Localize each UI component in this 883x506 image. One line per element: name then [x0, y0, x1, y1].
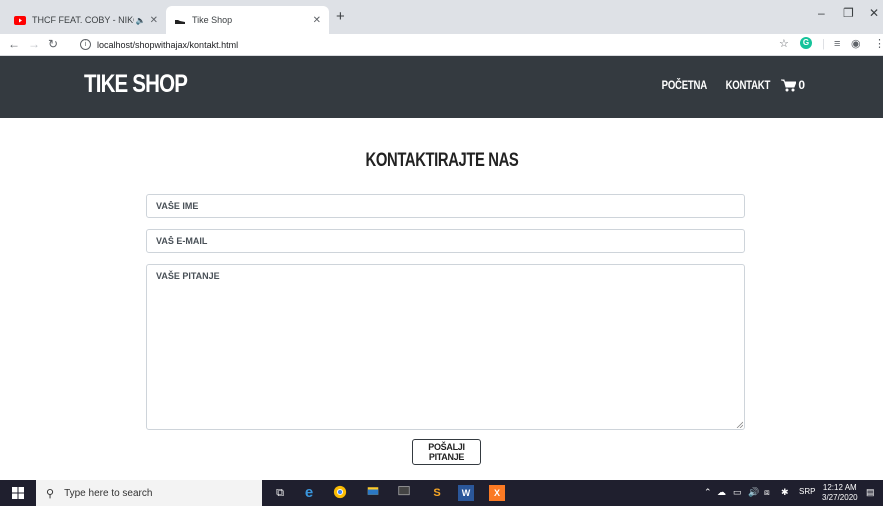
file-explorer-icon[interactable] — [365, 485, 381, 501]
tab-title: Tike Shop — [192, 15, 233, 25]
main-nav: POČETNA KONTAKT 0 — [649, 78, 805, 92]
minimize-icon[interactable]: – — [818, 6, 825, 20]
resize-grip-icon[interactable] — [736, 421, 743, 428]
reading-list-icon[interactable]: ≡ — [834, 37, 840, 51]
address-bar[interactable]: i localhost/shopwithajax/kontakt.html — [80, 36, 760, 53]
toolbar-divider: | — [822, 38, 825, 50]
clock-date: 3/27/2020 — [822, 493, 858, 502]
xampp-icon[interactable]: X — [489, 485, 505, 501]
nav-link-contact[interactable]: KONTAKT — [725, 78, 770, 92]
youtube-icon — [14, 15, 26, 25]
reload-icon[interactable]: ↻ — [48, 36, 58, 52]
network-icon[interactable]: ⧈ — [764, 487, 770, 498]
page-title-text: KONTAKTIRAJTE NAS — [365, 150, 518, 171]
close-tab-icon[interactable]: ✕ — [150, 15, 158, 26]
browser-tab-strip: THCF FEAT. COBY - NIKOM N 🔈 ✕ Tike Shop … — [0, 0, 883, 34]
tab-title: THCF FEAT. COBY - NIKOM N — [32, 15, 134, 25]
question-textarea[interactable] — [146, 264, 745, 430]
word-icon[interactable]: W — [458, 485, 474, 501]
task-view-icon[interactable]: ⧉ — [272, 485, 288, 501]
tab-youtube[interactable]: THCF FEAT. COBY - NIKOM N 🔈 ✕ — [6, 6, 166, 34]
volume-icon[interactable]: 🔊 — [748, 487, 759, 498]
close-tab-icon[interactable]: ✕ — [313, 15, 321, 26]
bluetooth-icon[interactable]: ✱ — [781, 487, 789, 498]
name-input[interactable] — [146, 194, 745, 218]
cart-link[interactable]: 0 — [781, 78, 805, 92]
speaker-icon[interactable]: 🔈 — [136, 16, 146, 25]
menu-icon[interactable]: ⋮ — [874, 37, 883, 51]
language-indicator[interactable]: SRP — [799, 487, 815, 496]
battery-icon[interactable]: ▭ — [733, 487, 742, 498]
taskbar-clock[interactable]: 12:12 AM 3/27/2020 — [822, 483, 858, 503]
new-tab-button[interactable]: + — [336, 8, 345, 26]
site-brand[interactable]: TIKE SHOP — [84, 70, 188, 99]
grammarly-extension[interactable]: G — [800, 37, 812, 49]
nav-link-home[interactable]: POČETNA — [662, 78, 708, 92]
onedrive-icon[interactable]: ☁ — [717, 487, 726, 498]
windows-start-icon[interactable] — [12, 487, 24, 499]
close-window-icon[interactable]: ✕ — [869, 6, 879, 20]
search-icon: ⚲ — [46, 487, 55, 500]
profile-icon[interactable]: ◉ — [851, 37, 861, 51]
cart-icon — [781, 79, 797, 91]
site-header: TIKE SHOP POČETNA KONTAKT 0 — [0, 56, 883, 118]
windows-taskbar: ⚲ Type here to search ⧉ e S W X ⌃ ☁ ▭ 🔊 … — [0, 480, 883, 506]
email-input[interactable] — [146, 229, 745, 253]
cart-count: 0 — [798, 78, 805, 92]
star-icon[interactable]: ☆ — [779, 37, 789, 51]
sublime-text-icon[interactable]: S — [429, 485, 445, 501]
url-text: localhost/shopwithajax/kontakt.html — [97, 39, 239, 50]
terminal-icon[interactable] — [396, 485, 412, 501]
chrome-icon[interactable] — [332, 485, 348, 501]
clock-time: 12:12 AM — [822, 483, 857, 492]
notifications-icon[interactable]: ▤ — [866, 487, 875, 498]
submit-question-button[interactable]: POŠALJI PITANJE — [412, 439, 481, 465]
forward-icon[interactable]: → — [28, 36, 40, 52]
taskbar-search-placeholder: Type here to search — [64, 487, 153, 499]
browser-toolbar: ← → ↻ i localhost/shopwithajax/kontakt.h… — [0, 34, 883, 56]
grammarly-icon: G — [800, 37, 812, 49]
info-icon[interactable]: i — [80, 39, 91, 50]
edge-icon[interactable]: e — [301, 485, 317, 501]
taskbar-search[interactable]: ⚲ Type here to search — [36, 480, 262, 506]
show-hidden-icons-icon[interactable]: ⌃ — [704, 487, 712, 498]
restore-icon[interactable]: ❐ — [843, 6, 854, 20]
back-icon[interactable]: ← — [8, 36, 20, 52]
tab-tike-shop[interactable]: Tike Shop ✕ — [166, 6, 329, 34]
shoe-icon — [175, 19, 185, 24]
page-title: KONTAKTIRAJTE NAS — [0, 150, 883, 172]
